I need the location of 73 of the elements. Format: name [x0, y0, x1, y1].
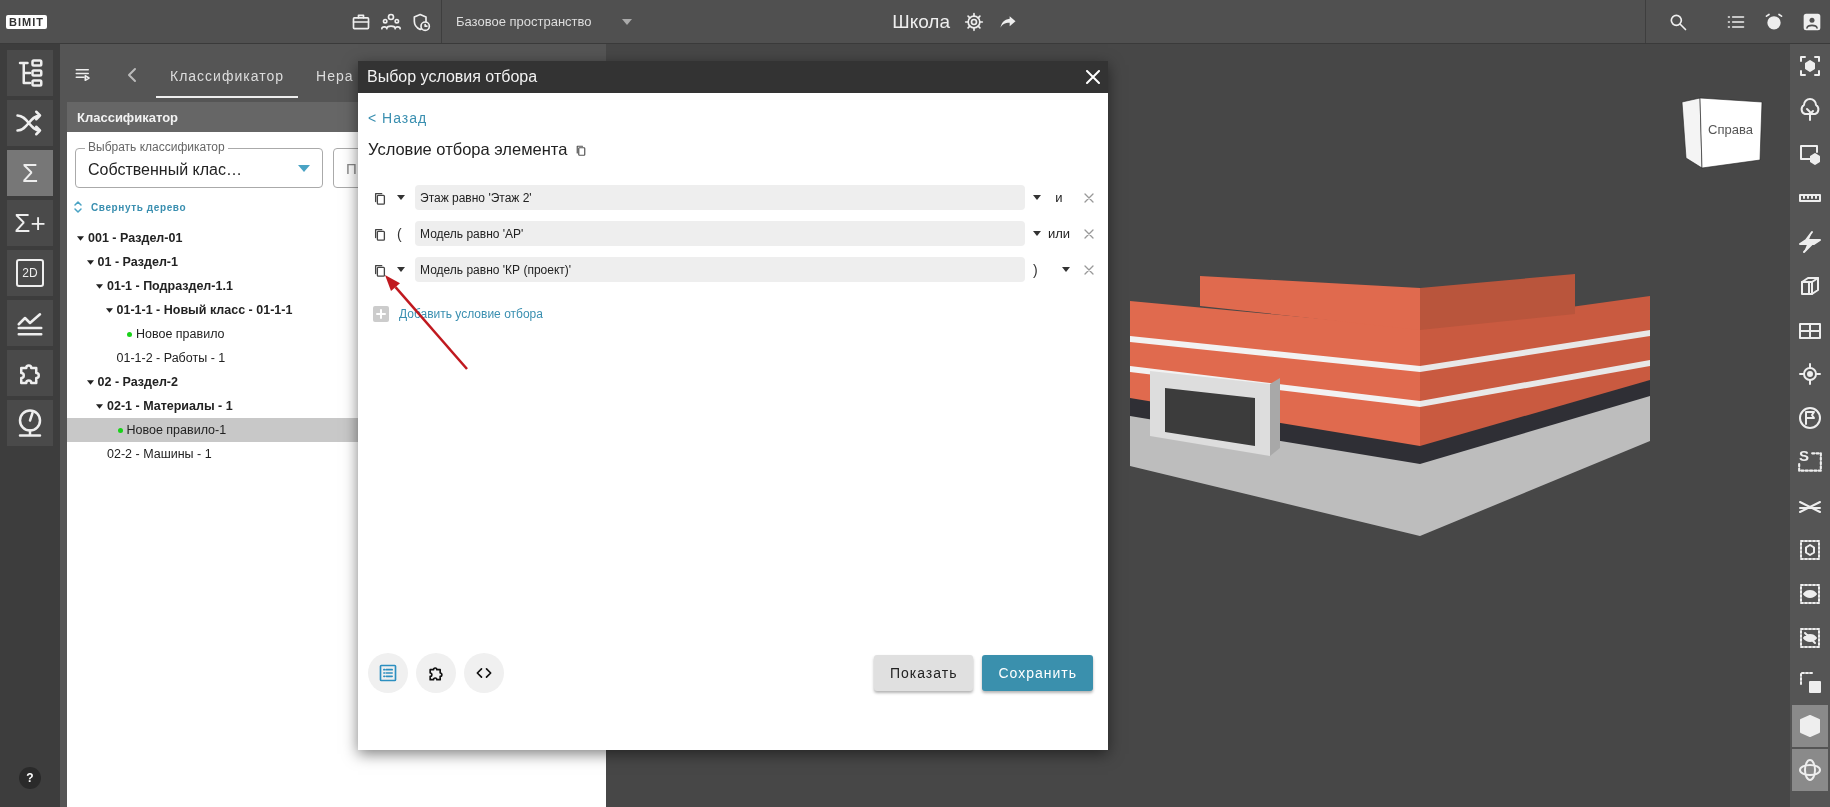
bracket-text: (: [397, 225, 402, 242]
caret-icon[interactable]: [77, 235, 84, 241]
eye-off-icon[interactable]: [1798, 626, 1822, 650]
close-icon[interactable]: [1086, 70, 1100, 84]
tab[interactable]: Классификатор: [156, 52, 298, 98]
orbit-icon[interactable]: [1798, 758, 1822, 782]
box-icon[interactable]: [1798, 274, 1822, 298]
shield-clock-icon[interactable]: [411, 11, 431, 32]
remove-icon[interactable]: [1084, 264, 1094, 275]
dialog-heading: Условие отбора элемента: [368, 140, 568, 159]
caret-icon[interactable]: [397, 195, 405, 200]
user-icon[interactable]: [1802, 11, 1822, 32]
dialog-title: Выбор условия отбора: [367, 68, 538, 86]
help-button[interactable]: ?: [19, 767, 41, 789]
back-link[interactable]: < Назад: [368, 110, 428, 126]
people-icon[interactable]: [381, 11, 401, 32]
back-icon[interactable]: [126, 67, 138, 83]
collapse-tree-link[interactable]: Свернуть дерево: [91, 201, 187, 213]
caret-icon[interactable]: [86, 379, 94, 385]
screen-icon[interactable]: [1798, 142, 1822, 166]
settings-icon[interactable]: [964, 11, 984, 32]
bracket-text: ): [1033, 261, 1039, 278]
workspace-dropdown[interactable]: Базовое пространство: [456, 14, 632, 29]
list-icon: [378, 663, 398, 683]
caret-icon[interactable]: [397, 267, 405, 272]
caret-icon[interactable]: [1033, 195, 1041, 200]
caret-icon[interactable]: [96, 283, 103, 289]
caret-icon: [621, 18, 632, 25]
target-icon[interactable]: [1798, 362, 1822, 386]
code-button[interactable]: [464, 653, 504, 693]
caret-icon[interactable]: [105, 307, 113, 313]
view-cube[interactable]: [1680, 96, 1764, 172]
remove-icon[interactable]: [1084, 228, 1094, 239]
condition-field[interactable]: Модель равно 'АР': [415, 221, 1025, 246]
alarm-icon[interactable]: [1764, 11, 1784, 32]
field-label: Выбрать классификатор: [85, 140, 228, 154]
operator-text: или: [1048, 226, 1070, 241]
flag-icon[interactable]: [1798, 406, 1822, 430]
frame-icon[interactable]: [1798, 54, 1822, 78]
caret-icon[interactable]: [86, 259, 94, 265]
tree-row[interactable]: 02 - Раздел-2: [67, 370, 606, 394]
logo: BIMIT: [6, 14, 47, 29]
menu-icon[interactable]: [74, 66, 92, 84]
cube-icon[interactable]: [1798, 714, 1822, 738]
clear-icon[interactable]: [1798, 670, 1822, 694]
caret-icon[interactable]: [1033, 231, 1041, 236]
condition-field[interactable]: Модель равно 'КР (проект)': [415, 257, 1025, 282]
cube-icon[interactable]: [1798, 538, 1822, 562]
tool-button[interactable]: Σ+: [7, 200, 53, 246]
remove-icon[interactable]: [1084, 192, 1094, 203]
tree-icon[interactable]: [1798, 98, 1822, 122]
tool-button[interactable]: 2D: [7, 250, 53, 296]
show-button[interactable]: Показать: [873, 655, 974, 691]
status-dot: [127, 331, 132, 337]
status-dot: [117, 427, 123, 433]
project-title: Школа: [892, 10, 950, 33]
caret-icon[interactable]: [96, 403, 103, 409]
list-button[interactable]: [368, 653, 408, 693]
operator-text: и: [1054, 190, 1064, 205]
view-cube-label: Справа: [1708, 122, 1753, 137]
save-button[interactable]: Сохранить: [982, 655, 1093, 691]
collapse-icon: [73, 200, 83, 214]
tool-button[interactable]: S: [1792, 440, 1828, 484]
tree-row[interactable]: 02-1 - Материалы - 1: [67, 394, 606, 418]
eye-icon[interactable]: [1798, 582, 1822, 606]
section-plane-icon[interactable]: [1798, 230, 1822, 254]
selection-frame-icon: [1797, 449, 1823, 475]
tree-row[interactable]: Новое правило: [67, 322, 606, 346]
tool-button[interactable]: Σ: [7, 150, 53, 196]
condition-field[interactable]: Этаж равно 'Этаж 2': [415, 185, 1025, 210]
tab[interactable]: Нера: [302, 52, 368, 98]
puzzle-button[interactable]: [416, 653, 456, 693]
caret-icon[interactable]: [1062, 267, 1070, 272]
